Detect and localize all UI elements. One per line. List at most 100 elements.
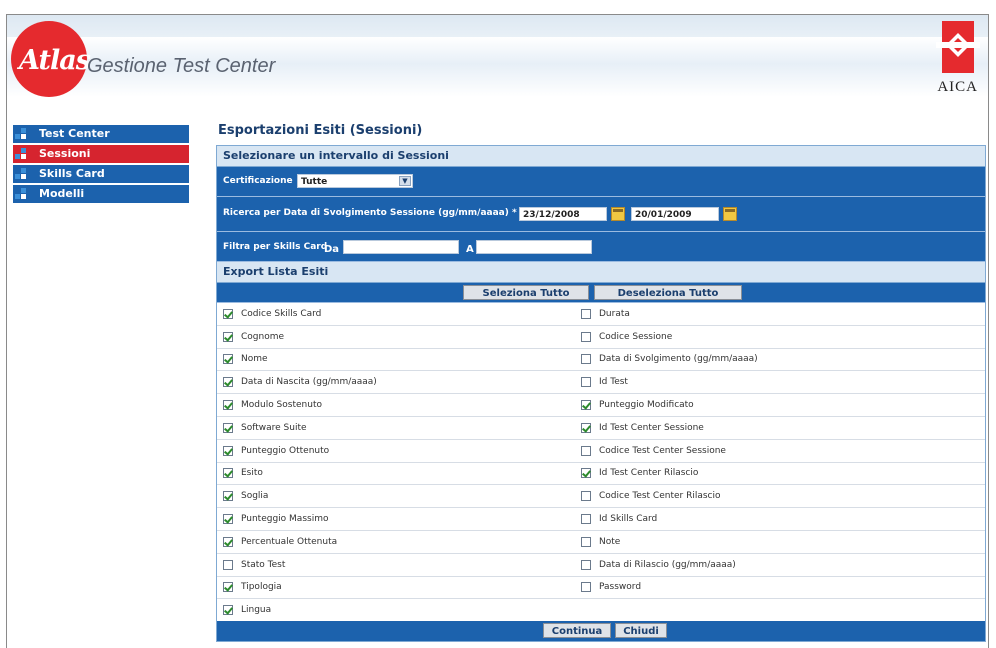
sidebar-item-label: Skills Card: [39, 167, 105, 180]
field-checkbox-item[interactable]: Modulo Sostenuto: [223, 394, 322, 416]
field-checkbox-item[interactable]: Data di Svolgimento (gg/mm/aaaa): [581, 349, 758, 371]
checkbox[interactable]: [581, 445, 591, 456]
field-checkbox-item[interactable]: Cognome: [223, 326, 284, 348]
sidebar-item-test-center[interactable]: Test Center: [13, 125, 189, 143]
grid-icon: [15, 128, 29, 140]
from-label: Da: [324, 244, 340, 255]
select-all-button[interactable]: Seleziona Tutto: [463, 285, 589, 300]
field-checkbox-item[interactable]: Punteggio Modificato: [581, 394, 694, 416]
page-title: Esportazioni Esiti (Sessioni): [218, 123, 423, 138]
aica-wordmark: AICA: [937, 79, 978, 95]
field-checkbox-item[interactable]: Note: [581, 531, 620, 553]
field-checkbox-item[interactable]: Stato Test: [223, 554, 285, 576]
sidebar-item-skills-card[interactable]: Skills Card: [13, 165, 189, 183]
table-row: Software Suite Id Test Center Sessione: [217, 417, 985, 440]
header-banner: Atlas Gestione Test Center AICA: [7, 15, 988, 110]
field-checkbox-item[interactable]: Nome: [223, 349, 268, 371]
checkbox[interactable]: [581, 514, 591, 525]
field-checkbox-item[interactable]: Id Skills Card: [581, 508, 657, 530]
field-checkbox-item[interactable]: Percentuale Ottenuta: [223, 531, 337, 553]
certificazione-label: Certificazione: [223, 176, 293, 186]
table-row: Punteggio Massimo Id Skills Card: [217, 508, 985, 531]
checkbox[interactable]: [223, 491, 233, 502]
field-checkbox-item[interactable]: Software Suite: [223, 417, 307, 439]
checkbox[interactable]: [223, 536, 233, 547]
close-button[interactable]: Chiudi: [615, 623, 667, 639]
date-from-input[interactable]: 23/12/2008: [519, 207, 607, 221]
checkbox[interactable]: [223, 331, 233, 342]
skills-card-to-input[interactable]: [476, 240, 592, 254]
skills-card-from-input[interactable]: [343, 240, 459, 254]
skills-card-filter-row: Filtra per Skills Card Da A: [217, 232, 985, 262]
checkbox[interactable]: [223, 354, 233, 365]
checkbox[interactable]: [581, 559, 591, 570]
checkbox[interactable]: [223, 445, 233, 456]
checkbox[interactable]: [581, 491, 591, 502]
logo-text: Atlas: [19, 45, 91, 76]
to-label: A: [466, 244, 474, 255]
checkbox[interactable]: [223, 468, 233, 479]
table-row: Soglia Codice Test Center Rilascio: [217, 485, 985, 509]
main-content: Esportazioni Esiti (Sessioni) Selezionar…: [216, 121, 986, 643]
field-checkbox-item[interactable]: Codice Test Center Rilascio: [581, 485, 721, 507]
sidebar-item-modelli[interactable]: Modelli: [13, 185, 189, 203]
field-checkbox-item[interactable]: Tipologia: [223, 577, 282, 599]
checkbox[interactable]: [581, 308, 591, 319]
checkbox[interactable]: [581, 354, 591, 365]
table-row: Codice Skills Card Durata: [217, 303, 985, 326]
field-checkbox-item[interactable]: Id Test: [581, 371, 628, 393]
field-checkbox-item[interactable]: Soglia: [223, 485, 268, 507]
field-checkbox-item[interactable]: Id Test Center Rilascio: [581, 463, 698, 485]
grid-icon: [15, 168, 29, 180]
continue-button[interactable]: Continua: [543, 623, 611, 639]
field-checkbox-item[interactable]: Esito: [223, 463, 263, 485]
deselect-all-button[interactable]: Deseleziona Tutto: [594, 285, 742, 300]
date-to-input[interactable]: 20/01/2009: [631, 207, 719, 221]
certificazione-select[interactable]: Tutte ▼: [297, 174, 413, 188]
checkbox[interactable]: [581, 536, 591, 547]
field-checkbox-item[interactable]: Codice Skills Card: [223, 303, 321, 325]
checkbox[interactable]: [223, 377, 233, 388]
checkbox[interactable]: [223, 308, 233, 319]
calendar-icon[interactable]: [611, 207, 625, 221]
section-header-interval: Selezionare un intervallo di Sessioni: [217, 146, 985, 167]
field-checkbox-item[interactable]: Password: [581, 577, 641, 599]
table-row: Nome Data di Svolgimento (gg/mm/aaaa): [217, 349, 985, 372]
field-checkbox-item[interactable]: Id Test Center Sessione: [581, 417, 704, 439]
field-checkbox-item[interactable]: Data di Rilascio (gg/mm/aaaa): [581, 554, 736, 576]
grid-icon: [15, 188, 29, 200]
field-checkbox-item[interactable]: Codice Sessione: [581, 326, 672, 348]
checkbox[interactable]: [581, 422, 591, 433]
checkbox[interactable]: [223, 422, 233, 433]
checkbox[interactable]: [223, 400, 233, 411]
calendar-icon[interactable]: [723, 207, 737, 221]
chevron-down-icon: ▼: [399, 176, 411, 186]
table-row: Percentuale Ottenuta Note: [217, 531, 985, 554]
field-checkbox-item[interactable]: Durata: [581, 303, 630, 325]
sidebar-item-label: Sessioni: [39, 147, 91, 160]
checkbox[interactable]: [223, 514, 233, 525]
app-title: Gestione Test Center: [87, 55, 276, 77]
table-row: Lingua: [217, 599, 985, 621]
sidebar-item-label: Test Center: [39, 127, 110, 140]
date-search-label: Ricerca per Data di Svolgimento Sessione…: [223, 208, 517, 218]
grid-icon: [15, 148, 29, 160]
select-buttons-bar: Seleziona Tutto Deseleziona Tutto: [217, 283, 985, 303]
sidebar-item-sessioni[interactable]: Sessioni: [13, 145, 189, 163]
checkbox[interactable]: [581, 377, 591, 388]
field-checkbox-item[interactable]: Punteggio Ottenuto: [223, 440, 329, 462]
checkbox[interactable]: [581, 582, 591, 593]
field-checkbox-item[interactable]: Punteggio Massimo: [223, 508, 328, 530]
checkbox[interactable]: [223, 559, 233, 570]
checkbox[interactable]: [581, 468, 591, 479]
checkbox[interactable]: [223, 605, 233, 616]
date-search-row: Ricerca per Data di Svolgimento Sessione…: [217, 197, 985, 232]
field-checkbox-item[interactable]: Data di Nascita (gg/mm/aaaa): [223, 371, 377, 393]
skills-filter-label: Filtra per Skills Card: [223, 242, 328, 252]
checkbox[interactable]: [223, 582, 233, 593]
aica-logo-icon: [936, 21, 980, 73]
field-checkbox-item[interactable]: Codice Test Center Sessione: [581, 440, 726, 462]
checkbox[interactable]: [581, 331, 591, 342]
checkbox[interactable]: [581, 400, 591, 411]
field-checkbox-item[interactable]: Lingua: [223, 599, 271, 621]
